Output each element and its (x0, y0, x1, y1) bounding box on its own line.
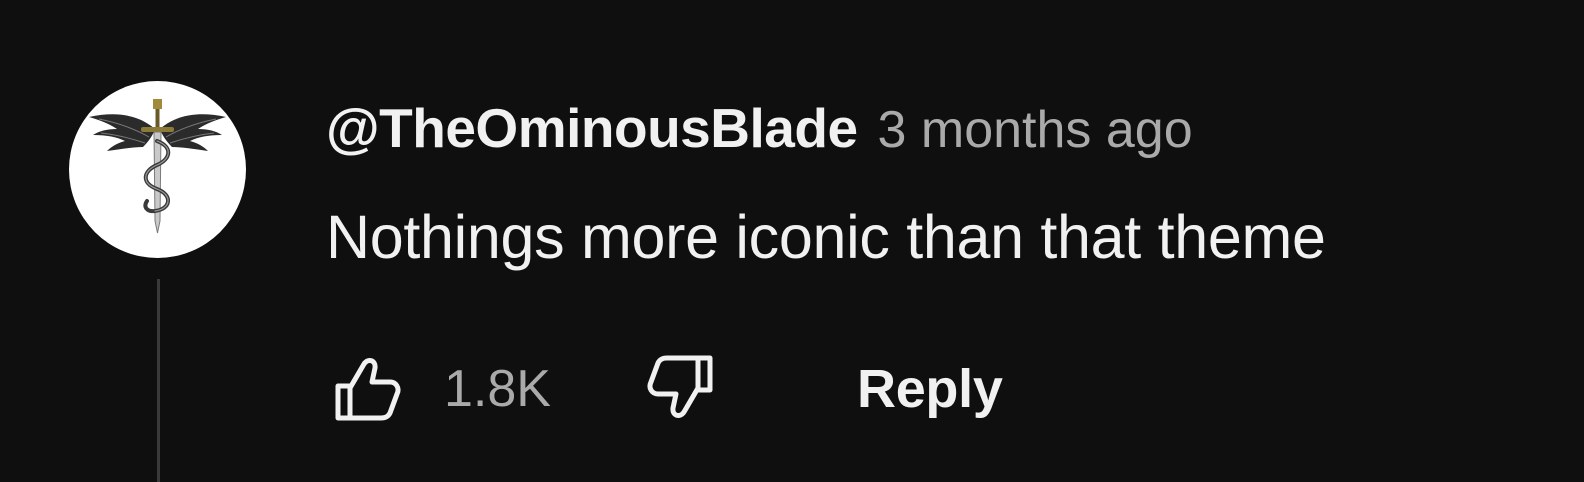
author-name[interactable]: @TheOminousBlade (326, 96, 858, 160)
like-count: 1.8K (444, 360, 551, 418)
dislike-button[interactable] (642, 345, 722, 431)
comment-actions: 1.8K Reply (326, 345, 1046, 431)
comment-header: @TheOminousBlade 3 months ago (326, 96, 1193, 162)
winged-sword-logo-icon (89, 99, 226, 234)
comment-body: Nothings more iconic than that theme (326, 203, 1326, 271)
like-button[interactable] (326, 345, 406, 431)
thread-connector-line (157, 279, 160, 482)
avatar[interactable] (69, 81, 246, 258)
thumbs-up-icon (335, 358, 401, 421)
comment-timestamp[interactable]: 3 months ago (878, 100, 1193, 160)
thumbs-down-icon (647, 355, 713, 418)
comment-thread: @TheOminousBlade 3 months ago Nothings m… (0, 0, 1584, 482)
reply-button[interactable]: Reply (857, 358, 1003, 420)
